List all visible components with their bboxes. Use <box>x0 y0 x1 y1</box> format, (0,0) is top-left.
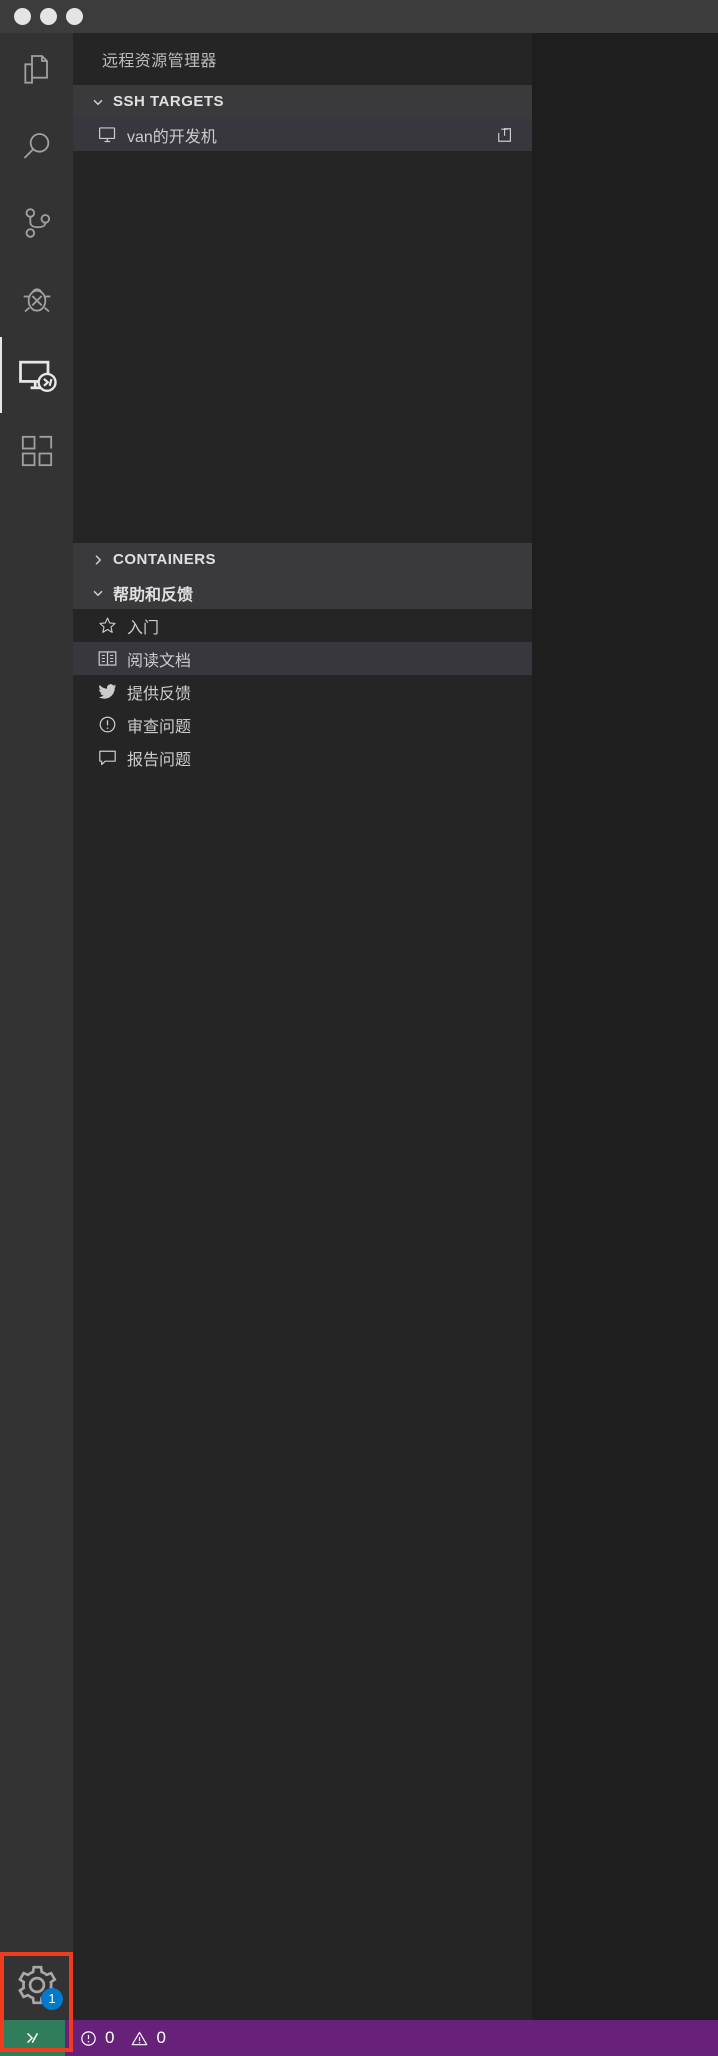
issues-icon <box>97 714 127 735</box>
tree-item-report-issue[interactable]: 报告问题 <box>73 741 532 774</box>
sidebar-title: 远程资源管理器 <box>102 53 217 70</box>
book-icon <box>97 648 127 669</box>
tree-item-label: 提供反馈 <box>127 685 192 703</box>
section-label-help-and-feedback: 帮助和反馈 <box>113 586 194 604</box>
title-bar <box>0 0 718 33</box>
tree-item-read-docs[interactable]: 阅读文档 <box>73 642 532 675</box>
open-in-new-window-icon[interactable] <box>492 125 518 145</box>
sidebar: 远程资源管理器 SSH TARGETS van的开发机 CONTAINERS 帮… <box>73 33 532 2020</box>
tree-item-label: 阅读文档 <box>127 652 192 670</box>
section-label-containers: CONTAINERS <box>113 551 217 568</box>
minimize-button[interactable] <box>40 8 57 25</box>
activity-bar-bottom: 1 <box>0 1950 73 2020</box>
activity-bar-item-run-and-debug[interactable] <box>0 261 73 337</box>
files-icon <box>23 55 48 84</box>
star-icon <box>97 615 127 636</box>
traffic-lights <box>14 8 83 25</box>
remote-indicator-icon <box>26 2033 38 2043</box>
comment-icon <box>97 747 127 768</box>
activity-bar-item-source-control[interactable] <box>0 185 73 261</box>
activity-bar-item-explorer[interactable] <box>0 33 73 109</box>
tree-item-label: 报告问题 <box>127 751 192 769</box>
remote-machine-icon <box>97 124 127 145</box>
extensions-icon <box>21 435 52 467</box>
status-bar-problems[interactable]: 0 0 <box>71 2020 174 2056</box>
section-header-ssh-targets[interactable]: SSH TARGETS <box>73 85 532 118</box>
vscode-window: 1 远程资源管理器 SSH TARGETS van的开发机 CONTAINERS… <box>0 0 718 2056</box>
ssh-targets-tree: van的开发机 <box>73 118 532 543</box>
section-header-help-and-feedback[interactable]: 帮助和反馈 <box>73 576 532 609</box>
activity-bar-item-search[interactable] <box>0 109 73 185</box>
tree-item-label: 审查问题 <box>127 718 192 736</box>
source-control-icon <box>25 208 50 238</box>
status-bar-remote-indicator[interactable] <box>0 2020 65 2056</box>
chevron-down-icon <box>85 89 111 115</box>
remote-explorer-icon <box>18 360 57 392</box>
error-count: 0 <box>105 2028 115 2047</box>
tree-item-ssh-target[interactable]: van的开发机 <box>73 118 532 151</box>
tree-item-review-issues[interactable]: 审查问题 <box>73 708 532 741</box>
tree-item-provide-feedback[interactable]: 提供反馈 <box>73 675 532 708</box>
section-header-containers[interactable]: CONTAINERS <box>73 543 532 576</box>
tree-item-get-started[interactable]: 入门 <box>73 609 532 642</box>
chevron-right-icon <box>85 547 111 573</box>
error-icon <box>81 2030 96 2046</box>
tree-item-label: van的开发机 <box>127 128 217 146</box>
maximize-button[interactable] <box>66 8 83 25</box>
warning-count: 0 <box>156 2028 166 2047</box>
manage-badge: 1 <box>41 1988 63 2010</box>
help-and-feedback-tree: 入门 阅读文档 提供反馈 审查问题 报告问题 <box>73 609 532 774</box>
debug-icon <box>23 288 50 313</box>
twitter-icon <box>97 681 127 702</box>
status-bar: 0 0 <box>0 2020 718 2056</box>
activity-bar-item-remote-explorer[interactable] <box>0 337 73 413</box>
tree-item-label: 入门 <box>127 619 160 637</box>
sidebar-empty-space <box>73 774 532 2020</box>
editor-area <box>532 33 718 2020</box>
activity-bar-item-manage[interactable]: 1 <box>0 1950 73 2020</box>
warning-icon <box>132 2031 148 2045</box>
activity-bar-item-extensions[interactable] <box>0 413 73 489</box>
search-icon <box>23 133 49 159</box>
close-button[interactable] <box>14 8 31 25</box>
chevron-down-icon <box>85 580 111 606</box>
activity-bar: 1 <box>0 33 73 2020</box>
section-label-ssh-targets: SSH TARGETS <box>113 93 225 110</box>
workbench-body: 1 远程资源管理器 SSH TARGETS van的开发机 CONTAINERS… <box>0 33 718 2020</box>
